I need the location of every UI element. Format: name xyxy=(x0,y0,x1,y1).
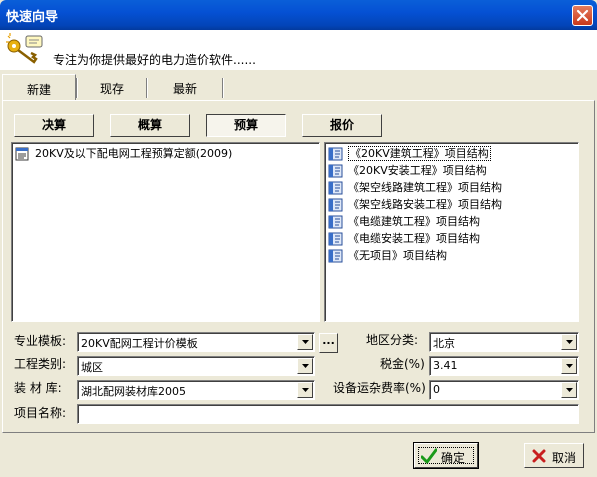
project-type-label: 工程类别: xyxy=(14,357,67,371)
project-type-value: 城区 xyxy=(81,361,103,374)
book-icon xyxy=(328,198,343,212)
tax-value: 3.41 xyxy=(433,359,458,372)
close-icon xyxy=(576,9,589,22)
list-item[interactable]: 《20KV安装工程》项目结构 xyxy=(328,163,487,179)
list-item-label: 《无项目》项目结构 xyxy=(348,249,447,262)
wizard-header: 专注为你提供最好的电力造价软件...... xyxy=(0,30,597,70)
book-icon xyxy=(328,147,343,161)
list-item[interactable]: 《无项目》项目结构 xyxy=(328,248,447,264)
template-label: 专业模板: xyxy=(14,334,67,348)
budget-button[interactable]: 预算 xyxy=(206,114,286,137)
list-item[interactable]: 《架空线路安装工程》项目结构 xyxy=(328,197,502,213)
tab-strip: 新建 现存 最新 xyxy=(0,74,597,101)
list-item[interactable]: 《架空线路建筑工程》项目结构 xyxy=(328,180,502,196)
browse-template-button[interactable]: ... xyxy=(319,333,338,353)
final-accounts-label: 决算 xyxy=(41,118,66,132)
template-select[interactable]: 20KV配网工程计价模板 xyxy=(77,332,315,352)
tab-divider xyxy=(222,78,224,98)
dropdown-button[interactable] xyxy=(297,358,313,374)
material-lib-select[interactable]: 湖北配网装材库2005 xyxy=(77,380,315,400)
quotation-label: 报价 xyxy=(329,118,354,132)
tax-select[interactable]: 3.41 xyxy=(429,356,579,376)
region-select[interactable]: 北京 xyxy=(429,332,579,352)
final-accounts-button[interactable]: 决算 xyxy=(14,114,94,137)
chevron-down-icon xyxy=(302,388,309,392)
cancel-button[interactable]: 取消 xyxy=(524,443,584,468)
book-icon xyxy=(328,215,343,229)
material-lib-label: 装 材 库: xyxy=(14,381,62,395)
estimate-label: 概算 xyxy=(137,118,162,132)
browse-label: ... xyxy=(322,334,335,347)
estimate-button[interactable]: 概算 xyxy=(110,114,190,137)
dropdown-button[interactable] xyxy=(297,334,313,350)
chevron-down-icon xyxy=(566,340,573,344)
window-title: 快速向导 xyxy=(6,10,59,25)
tab-new[interactable]: 新建 xyxy=(2,74,76,101)
title-bar: 快速向导 xyxy=(0,0,597,30)
transport-rate-label: 设备运杂费率(%) xyxy=(333,381,426,395)
tab-existing-label: 现存 xyxy=(99,82,124,96)
cancel-x-icon xyxy=(532,449,546,463)
dropdown-button[interactable] xyxy=(561,334,577,350)
list-item-label: 《20KV建筑工程》项目结构 xyxy=(348,146,491,161)
list-item[interactable]: 20KV及以下配电网工程预算定额(2009) xyxy=(15,146,232,162)
budget-label: 预算 xyxy=(233,118,258,132)
quota-list[interactable]: 20KV及以下配电网工程预算定额(2009) xyxy=(11,142,320,322)
list-item[interactable]: 《电缆建筑工程》项目结构 xyxy=(328,214,480,230)
list-item-label: 20KV及以下配电网工程预算定额(2009) xyxy=(35,147,233,160)
wizard-key-icon xyxy=(6,33,43,64)
tab-existing[interactable]: 现存 xyxy=(78,74,146,98)
tab-latest[interactable]: 最新 xyxy=(148,74,222,98)
checkmark-icon xyxy=(421,448,437,464)
region-value: 北京 xyxy=(433,337,455,350)
structure-list[interactable]: 《20KV建筑工程》项目结构 《20KV安装工程》项目结构《架空线路建筑工程》项目… xyxy=(324,142,579,322)
transport-rate-value: 0 xyxy=(433,383,440,396)
header-slogan: 专注为你提供最好的电力造价软件...... xyxy=(53,53,256,67)
book-icon xyxy=(328,181,343,195)
chevron-down-icon xyxy=(302,364,309,368)
chevron-down-icon xyxy=(302,340,309,344)
list-item-label: 《架空线路建筑工程》项目结构 xyxy=(348,181,502,194)
dropdown-button[interactable] xyxy=(561,382,577,398)
dropdown-button[interactable] xyxy=(297,382,313,398)
cancel-label: 取消 xyxy=(552,451,577,465)
chevron-down-icon xyxy=(566,388,573,392)
dropdown-button[interactable] xyxy=(561,358,577,374)
tab-latest-label: 最新 xyxy=(172,82,197,96)
book-icon xyxy=(328,249,343,263)
book-icon xyxy=(328,232,343,246)
list-item-label: 《电缆安装工程》项目结构 xyxy=(348,232,480,245)
close-button[interactable] xyxy=(572,5,593,26)
project-name-input[interactable] xyxy=(77,404,579,424)
template-value: 20KV配网工程计价模板 xyxy=(81,337,198,350)
ok-button[interactable]: 确定 xyxy=(413,442,479,469)
tab-new-label: 新建 xyxy=(26,83,51,97)
region-label: 地区分类: xyxy=(366,333,419,347)
chevron-down-icon xyxy=(566,364,573,368)
book-icon xyxy=(328,164,343,178)
quotation-button[interactable]: 报价 xyxy=(302,114,382,137)
transport-rate-select[interactable]: 0 xyxy=(429,380,579,400)
list-item-label: 《20KV安装工程》项目结构 xyxy=(348,164,487,177)
list-item-label: 《架空线路安装工程》项目结构 xyxy=(348,198,502,211)
list-item[interactable]: 《20KV建筑工程》项目结构 xyxy=(328,146,491,162)
list-item[interactable]: 《电缆安装工程》项目结构 xyxy=(328,231,480,247)
material-lib-value: 湖北配网装材库2005 xyxy=(81,385,186,398)
project-type-select[interactable]: 城区 xyxy=(77,356,315,376)
ok-label: 确定 xyxy=(441,451,466,465)
database-icon xyxy=(15,147,29,161)
list-item-label: 《电缆建筑工程》项目结构 xyxy=(348,215,480,228)
project-name-label: 项目名称: xyxy=(14,406,67,420)
tax-label: 税金(%) xyxy=(380,357,425,371)
